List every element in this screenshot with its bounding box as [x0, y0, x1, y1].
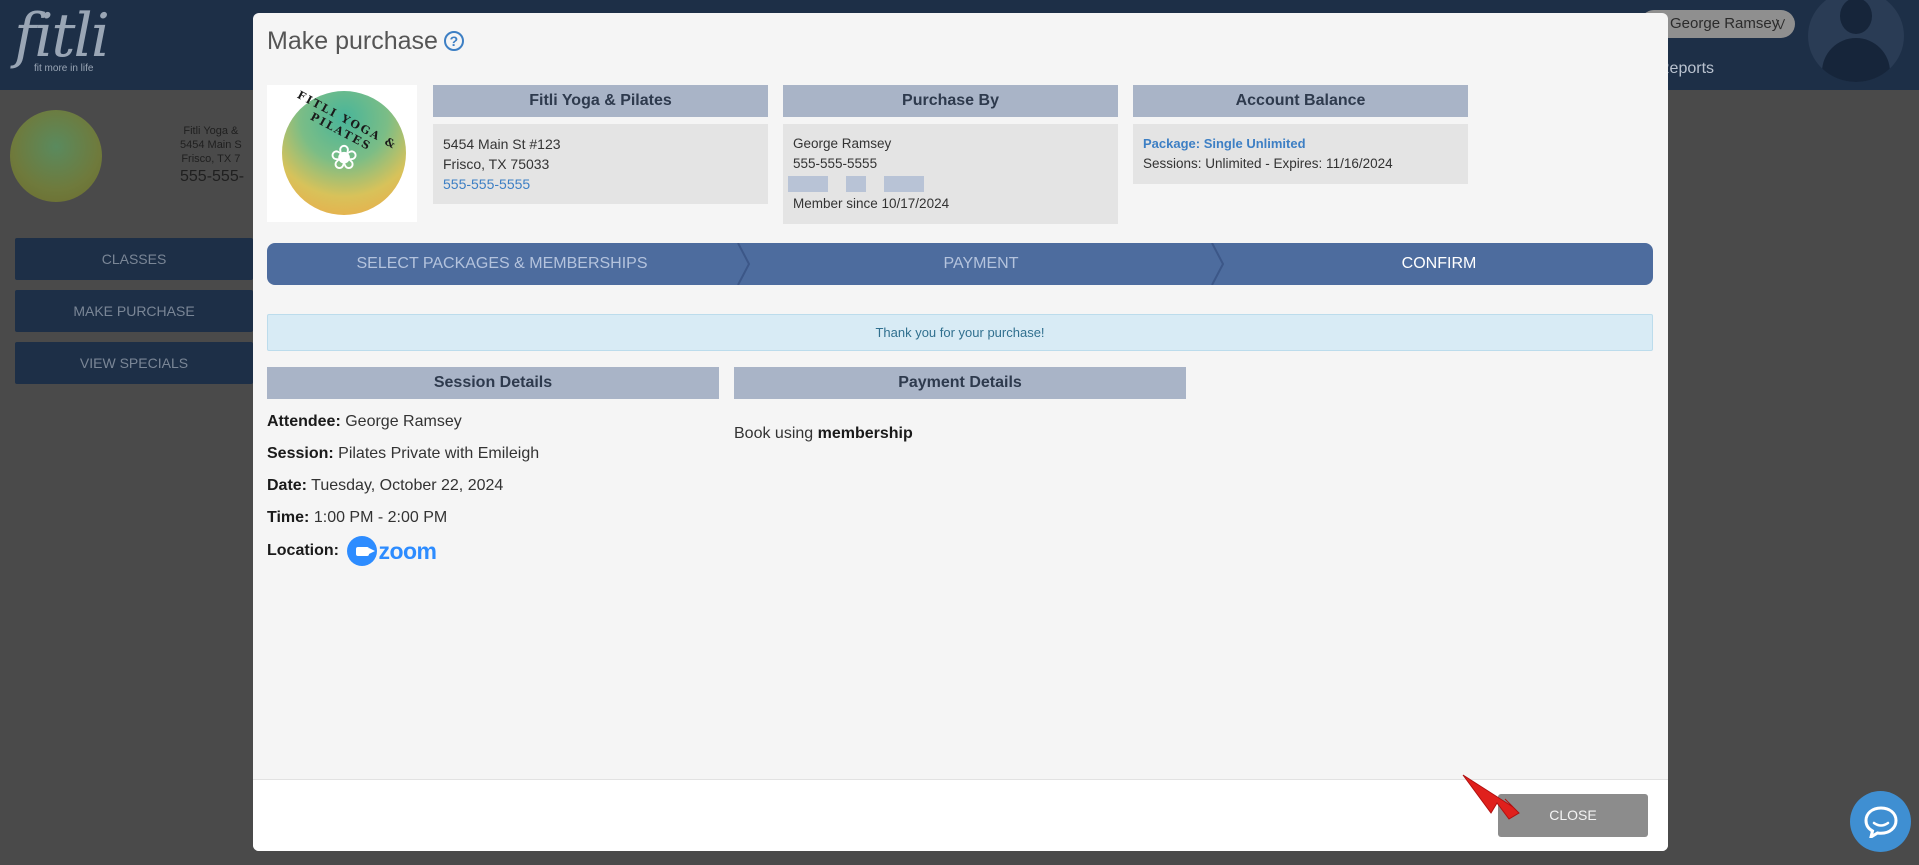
- step-select-packages[interactable]: SELECT PACKAGES & MEMBERSHIPS: [267, 243, 737, 285]
- step-separator-chevron: [737, 243, 751, 285]
- purchaser-phone: 555-555-5555: [793, 156, 878, 171]
- purchase-by-card: Purchase By George Ramsey 555-555-5555 M…: [783, 85, 1118, 224]
- purchaser-name: George Ramsey: [793, 136, 892, 151]
- zoom-logo: zoom: [347, 536, 437, 566]
- purchase-success-alert: Thank you for your purchase!: [267, 314, 1653, 351]
- make-purchase-modal: Make purchase ? FITLI YOGA & PILATES ❀ F…: [253, 13, 1668, 851]
- time-value: 1:00 PM - 2:00 PM: [313, 509, 448, 526]
- user-name: George Ramsey: [1670, 15, 1780, 32]
- purchase-steps-bar: SELECT PACKAGES & MEMBERSHIPS PAYMENT CO…: [267, 243, 1653, 285]
- studio-card: Fitli Yoga & Pilates 5454 Main St #123 F…: [433, 85, 768, 204]
- attendee-label: Attendee:: [267, 413, 341, 430]
- chat-bubble-icon[interactable]: [1850, 791, 1911, 852]
- modal-title-text: Make purchase: [267, 27, 438, 55]
- account-balance-card: Account Balance Package: Single Unlimite…: [1133, 85, 1468, 184]
- help-icon[interactable]: ?: [443, 30, 464, 51]
- zoom-camera-icon: [347, 536, 378, 566]
- date-label: Date:: [267, 477, 308, 494]
- step-confirm[interactable]: CONFIRM: [1225, 243, 1653, 285]
- step-payment[interactable]: PAYMENT: [751, 243, 1211, 285]
- location-label: Location:: [267, 542, 339, 560]
- session-details-header: Session Details: [267, 367, 719, 399]
- redacted-block: [788, 176, 828, 193]
- session-line: Session: Pilates Private with Emileigh: [267, 445, 539, 463]
- modal-footer: [253, 779, 1668, 851]
- chat-bubble-glyph: [1863, 805, 1898, 838]
- purchase-by-body: George Ramsey 555-555-5555 Member since …: [783, 124, 1118, 224]
- account-balance-header: Account Balance: [1133, 85, 1468, 117]
- account-balance-body: Package: Single Unlimited Sessions: Unli…: [1133, 124, 1468, 184]
- attendee-value: George Ramsey: [345, 413, 462, 430]
- purchase-by-header: Purchase By: [783, 85, 1118, 117]
- sessions-expiry: Sessions: Unlimited - Expires: 11/16/202…: [1143, 156, 1393, 171]
- session-label: Session:: [267, 445, 334, 462]
- step-separator-chevron: [1211, 243, 1225, 285]
- fitli-logo-tagline: fit more in life: [34, 63, 94, 74]
- red-arrow-icon: [1462, 774, 1520, 820]
- studio-info-line: Fitli Yoga &: [183, 125, 239, 137]
- avatar-head-shape: [1840, 0, 1872, 34]
- studio-info-background: Fitli Yoga & 5454 Main S Frisco, TX 7: [180, 124, 242, 166]
- studio-address-line2: Frisco, TX 75033: [443, 156, 550, 172]
- studio-phone-link[interactable]: 555-555-5555: [443, 174, 758, 194]
- nav-make-purchase-button[interactable]: MAKE PURCHASE: [15, 290, 253, 332]
- location-line: Location: zoom: [267, 536, 437, 566]
- payment-method-line: Book using membership: [734, 425, 913, 443]
- attendee-line: Attendee: George Ramsey: [267, 413, 462, 431]
- avatar[interactable]: [1808, 0, 1904, 82]
- studio-phone-background: 555-555-: [180, 168, 245, 185]
- payment-method: membership: [817, 425, 913, 442]
- time-line: Time: 1:00 PM - 2:00 PM: [267, 509, 447, 527]
- studio-info-line: 5454 Main S: [180, 139, 242, 151]
- date-value: Tuesday, October 22, 2024: [311, 477, 504, 494]
- studio-logo-background: [10, 110, 102, 202]
- package-name-link[interactable]: Package: Single Unlimited: [1143, 134, 1458, 154]
- date-line: Date: Tuesday, October 22, 2024: [267, 477, 503, 495]
- studio-info-line: Frisco, TX 7: [181, 153, 241, 165]
- studio-badge: FITLI YOGA & PILATES ❀: [282, 88, 406, 215]
- redacted-block: [884, 176, 924, 193]
- nav-view-specials-button[interactable]: VIEW SPECIALS: [15, 342, 253, 384]
- studio-address-line1: 5454 Main St #123: [443, 136, 561, 152]
- member-since: Member since 10/17/2024: [793, 196, 950, 211]
- session-value: Pilates Private with Emileigh: [338, 445, 540, 462]
- modal-title: Make purchase ?: [267, 27, 464, 56]
- studio-card-body: 5454 Main St #123 Frisco, TX 75033 555-5…: [433, 124, 768, 204]
- payment-prefix: Book using: [734, 425, 814, 442]
- chevron-down-icon: ⋁: [1775, 18, 1785, 30]
- studio-logo-image: FITLI YOGA & PILATES ❀: [267, 85, 417, 222]
- studio-card-header: Fitli Yoga & Pilates: [433, 85, 768, 117]
- time-label: Time:: [267, 509, 310, 526]
- zoom-wordmark: zoom: [378, 537, 437, 564]
- redacted-block: [846, 176, 866, 193]
- payment-details-header: Payment Details: [734, 367, 1186, 399]
- redacted-info: [788, 174, 1108, 194]
- nav-classes-button[interactable]: CLASSES: [15, 238, 253, 280]
- avatar-body-shape: [1822, 38, 1890, 82]
- fitli-logo[interactable]: fitli: [14, 4, 110, 68]
